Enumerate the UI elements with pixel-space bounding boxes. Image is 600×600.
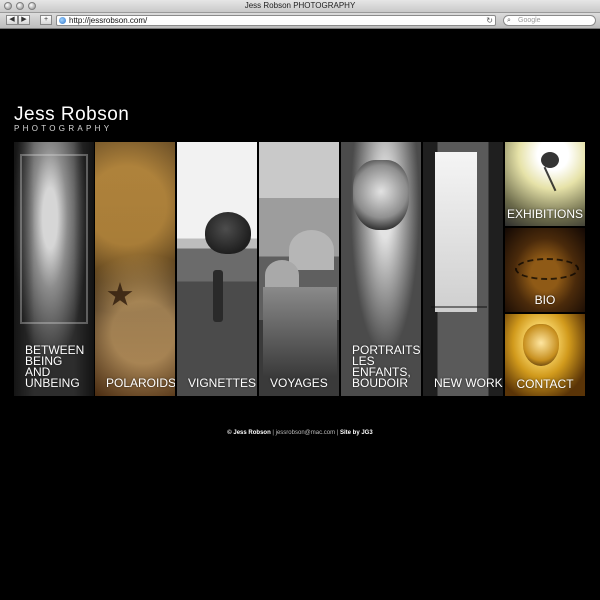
url-text[interactable]: http://jessrobson.com/	[69, 16, 147, 25]
necklace-graphic	[515, 258, 579, 280]
side-panel-contact[interactable]: CONTACT	[505, 314, 585, 396]
gallery-panel-new-work[interactable]: NEW WORK	[423, 142, 503, 396]
browser-toolbar: ◀ ▶ + http://jessrobson.com/ ↻ ⌕ Google	[0, 13, 600, 29]
logo-subtitle: PHOTOGRAPHY	[14, 124, 113, 133]
side-panel-label: BIO	[534, 293, 556, 307]
gallery-label: PORTRAITS, LES ENFANTS, BOUDOIR	[352, 343, 421, 390]
walking-figure-graphic	[213, 270, 223, 322]
gallery-panel-between-being[interactable]: BETWEEN BEING AND UNBEING	[14, 142, 94, 396]
globe-icon	[59, 17, 66, 24]
gallery-side-stack: EXHIBITIONS BIO CONTACT	[505, 142, 585, 396]
tree-graphic	[205, 212, 251, 254]
footer-credit[interactable]: Site by JG3	[340, 430, 373, 436]
back-arrow-icon: ◀	[9, 16, 15, 23]
page-content: Jess Robson PHOTOGRAPHY BETWEEN BEING AN…	[0, 29, 600, 600]
plus-icon: +	[43, 16, 49, 23]
flower-silhouette-graphic	[541, 152, 559, 168]
window-frame-graphic	[20, 154, 88, 324]
search-placeholder: Google	[518, 17, 541, 24]
address-bar[interactable]: http://jessrobson.com/ ↻	[56, 15, 496, 26]
basilica-facade-graphic	[263, 287, 337, 377]
side-panel-label: CONTACT	[516, 377, 574, 391]
gallery-panel-voyages[interactable]: VOYAGES	[259, 142, 339, 396]
forward-button[interactable]: ▶	[18, 15, 30, 25]
portrait-graphic	[523, 324, 559, 366]
footer-email[interactable]: jessrobson@mac.com	[276, 430, 335, 436]
stem-graphic	[543, 166, 557, 192]
footer-copyright: © Jess Robson	[227, 430, 271, 436]
window-title: Jess Robson PHOTOGRAPHY	[244, 1, 356, 10]
gallery: BETWEEN BEING AND UNBEING POLAROIDS VIGN…	[14, 142, 585, 396]
dome-graphic	[289, 230, 334, 270]
gallery-panel-polaroids[interactable]: POLAROIDS	[95, 142, 175, 396]
footer: © Jess Robson | jessrobson@mac.com | Sit…	[0, 430, 600, 436]
back-button[interactable]: ◀	[6, 15, 18, 25]
star-graphic	[107, 282, 133, 306]
gallery-label: VIGNETTES	[188, 376, 257, 390]
search-field[interactable]: ⌕ Google	[503, 15, 596, 26]
site-logo[interactable]: Jess Robson PHOTOGRAPHY	[14, 105, 129, 134]
side-panel-exhibitions[interactable]: EXHIBITIONS	[505, 142, 585, 226]
window-sill-graphic	[431, 306, 487, 308]
window-light-graphic	[435, 152, 477, 312]
logo-name: Jess Robson	[14, 104, 130, 125]
side-panel-label: EXHIBITIONS	[506, 207, 583, 221]
gallery-panel-vignettes[interactable]: VIGNETTES	[177, 142, 257, 396]
magnifier-icon: ⌕	[507, 17, 511, 24]
forward-arrow-icon: ▶	[21, 16, 27, 23]
gallery-label: BETWEEN BEING AND UNBEING	[25, 343, 85, 390]
face-graphic	[353, 160, 409, 230]
gallery-label: NEW WORK	[434, 376, 503, 390]
add-bookmark-button[interactable]: +	[40, 15, 52, 25]
gallery-panel-portraits[interactable]: PORTRAITS, LES ENFANTS, BOUDOIR	[341, 142, 421, 396]
gallery-label: VOYAGES	[270, 376, 328, 390]
side-panel-bio[interactable]: BIO	[505, 228, 585, 312]
window-titlebar: Jess Robson PHOTOGRAPHY	[0, 0, 600, 13]
reload-icon[interactable]: ↻	[486, 16, 493, 25]
gallery-label: POLAROIDS	[106, 376, 175, 390]
small-dome-graphic	[265, 260, 299, 290]
